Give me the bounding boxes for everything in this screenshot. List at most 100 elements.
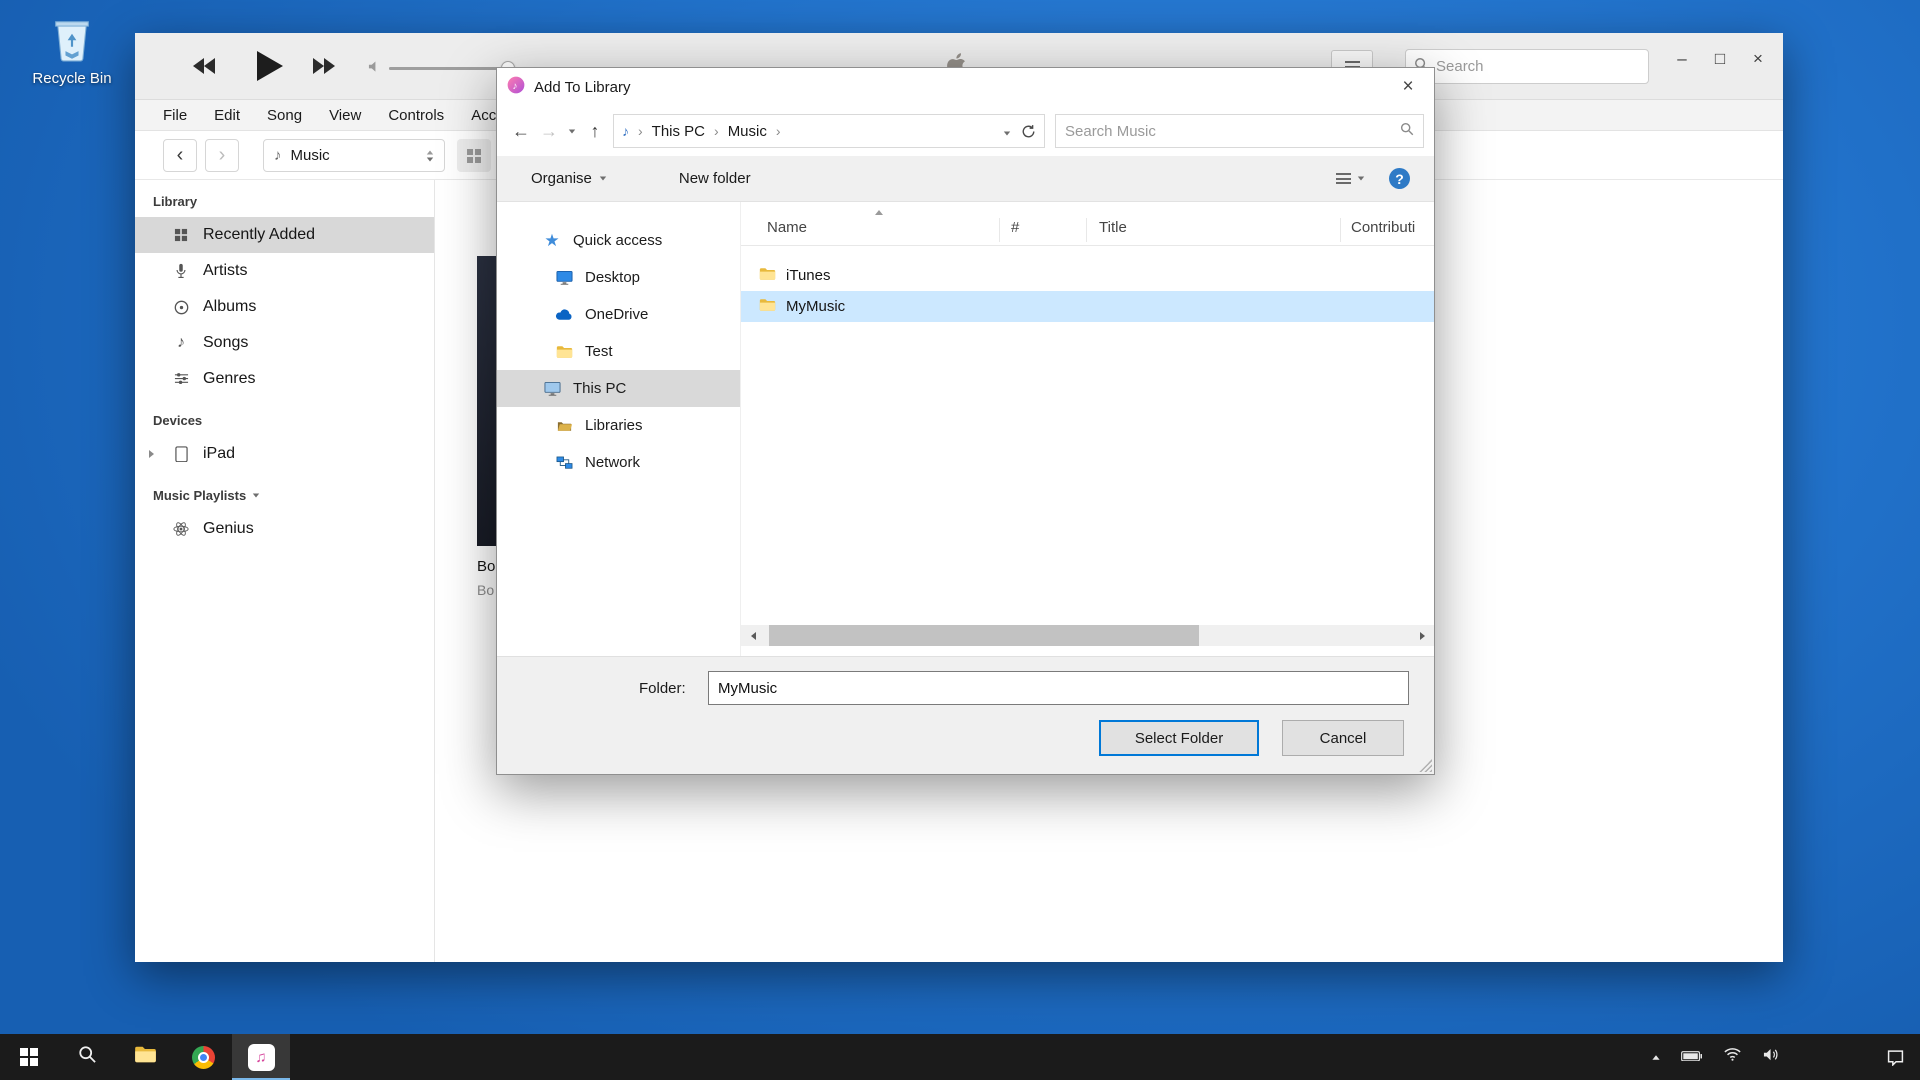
file-row-mymusic[interactable]: MyMusic	[741, 291, 1434, 322]
menu-view[interactable]: View	[329, 107, 361, 124]
column-name[interactable]: Name	[767, 219, 807, 236]
help-button[interactable]: ?	[1389, 168, 1410, 189]
chevron-down-icon	[253, 494, 259, 498]
minimize-button[interactable]: –	[1663, 33, 1701, 85]
play-button[interactable]	[257, 51, 283, 81]
maximize-button[interactable]: □	[1701, 33, 1739, 85]
scroll-right-button[interactable]	[1410, 625, 1434, 646]
dialog-search-box[interactable]	[1055, 114, 1424, 148]
breadcrumb-this-pc[interactable]: This PC	[652, 123, 705, 140]
dialog-nav-row: ← → ↑ ♪ › This PC › Music ›	[497, 106, 1434, 156]
tree-item-label: Quick access	[573, 232, 662, 249]
itunes-back-button[interactable]: ‹	[163, 139, 197, 172]
dialog-nav-pane: ★ Quick access Desktop OneDrive Test	[497, 202, 741, 656]
sidebar-item-songs[interactable]: ♪ Songs	[135, 325, 434, 361]
address-dropdown-icon[interactable]	[1003, 123, 1011, 140]
dialog-search-input[interactable]	[1065, 123, 1400, 140]
organise-button[interactable]: Organise	[531, 170, 607, 187]
dialog-close-button[interactable]: ×	[1382, 68, 1434, 106]
recycle-bin-icon[interactable]	[49, 49, 95, 66]
tree-item-test[interactable]: Test	[497, 333, 740, 370]
folder-icon	[553, 345, 575, 359]
action-center-icon[interactable]	[1887, 1049, 1904, 1066]
nav-up-button[interactable]: ↑	[581, 121, 609, 142]
sidebar-item-label: Recently Added	[203, 226, 315, 244]
media-picker[interactable]: ♪ Music	[263, 139, 445, 172]
desktop-monitor-icon	[553, 270, 575, 285]
recycle-bin-label: Recycle Bin	[24, 70, 120, 87]
itunes-forward-button[interactable]: ›	[205, 139, 239, 172]
itunes-window-controls: – □ ×	[1663, 33, 1777, 85]
sidebar-item-albums[interactable]: Albums	[135, 289, 434, 325]
sidebar-header-devices: Devices	[153, 413, 434, 428]
sidebar-item-genius[interactable]: Genius	[135, 511, 434, 547]
change-view-button[interactable]	[1336, 171, 1365, 187]
column-number[interactable]: #	[1011, 219, 1019, 236]
itunes-search-box[interactable]	[1405, 49, 1649, 84]
file-row-itunes[interactable]: iTunes	[741, 260, 1434, 291]
menu-song[interactable]: Song	[267, 107, 302, 124]
start-button[interactable]	[0, 1034, 58, 1080]
folder-icon	[759, 267, 776, 285]
sidebar-item-recently-added[interactable]: Recently Added	[135, 217, 434, 253]
sort-ascending-icon	[875, 210, 883, 215]
tree-item-libraries[interactable]: Libraries	[497, 407, 740, 444]
scroll-left-button[interactable]	[741, 625, 765, 646]
rewind-button[interactable]	[193, 58, 215, 74]
tree-item-label: Test	[585, 343, 613, 360]
horizontal-scrollbar[interactable]	[741, 625, 1434, 646]
tree-item-this-pc[interactable]: This PC	[497, 370, 740, 407]
taskbar-search-button[interactable]	[58, 1034, 116, 1080]
column-title[interactable]: Title	[1099, 219, 1127, 236]
genius-atom-icon	[169, 521, 193, 537]
tree-item-label: OneDrive	[585, 306, 648, 323]
itunes-taskbar-button[interactable]: ♫	[232, 1034, 290, 1080]
battery-icon[interactable]	[1681, 1048, 1702, 1066]
select-folder-button[interactable]: Select Folder	[1099, 720, 1259, 756]
sidebar-item-ipad[interactable]: iPad	[135, 436, 434, 472]
music-note-icon: ♪	[274, 147, 282, 164]
fast-forward-button[interactable]	[313, 58, 335, 74]
tree-item-network[interactable]: Network	[497, 444, 740, 481]
new-folder-button[interactable]: New folder	[679, 170, 751, 187]
nav-back-button[interactable]: ←	[507, 121, 535, 142]
scroll-track[interactable]	[765, 625, 1410, 646]
sidebar-item-artists[interactable]: Artists	[135, 253, 434, 289]
disclosure-arrow-icon[interactable]	[149, 450, 154, 458]
sidebar-item-label: iPad	[203, 445, 235, 463]
refresh-button[interactable]	[1021, 124, 1036, 139]
tree-item-onedrive[interactable]: OneDrive	[497, 296, 740, 333]
tree-item-desktop[interactable]: Desktop	[497, 259, 740, 296]
star-icon: ★	[541, 231, 563, 251]
view-grid-button[interactable]	[457, 139, 491, 172]
nav-forward-button[interactable]: →	[535, 121, 563, 142]
scroll-thumb[interactable]	[769, 625, 1199, 646]
cloud-icon	[553, 308, 575, 321]
recycle-bin[interactable]: Recycle Bin	[24, 12, 120, 87]
cancel-button[interactable]: Cancel	[1282, 720, 1404, 756]
sidebar-item-genres[interactable]: Genres	[135, 361, 434, 397]
breadcrumb-music[interactable]: Music	[728, 123, 767, 140]
volume-tray-icon[interactable]	[1763, 1048, 1780, 1066]
chrome-button[interactable]	[174, 1034, 232, 1080]
resize-grip[interactable]	[1419, 759, 1432, 772]
sliders-icon	[169, 372, 193, 385]
itunes-search-input[interactable]	[1436, 58, 1640, 75]
wifi-icon[interactable]	[1723, 1047, 1742, 1066]
menu-edit[interactable]: Edit	[214, 107, 240, 124]
menu-file[interactable]: File	[163, 107, 187, 124]
file-name: iTunes	[786, 267, 830, 284]
address-bar[interactable]: ♪ › This PC › Music ›	[613, 114, 1045, 148]
hidden-icons-button[interactable]	[1652, 1055, 1659, 1060]
tree-item-quick-access[interactable]: ★ Quick access	[497, 222, 740, 259]
nav-history-dropdown[interactable]	[563, 129, 581, 134]
dialog-title: Add To Library	[534, 79, 630, 96]
file-explorer-button[interactable]	[116, 1034, 174, 1080]
sidebar-header-music-playlists[interactable]: Music Playlists	[153, 488, 434, 503]
menu-controls[interactable]: Controls	[388, 107, 444, 124]
network-icon	[553, 456, 575, 469]
sidebar-header-label: Music Playlists	[153, 488, 246, 503]
column-contributing[interactable]: Contributi	[1351, 219, 1415, 236]
close-button[interactable]: ×	[1739, 33, 1777, 85]
folder-input[interactable]	[708, 671, 1409, 705]
